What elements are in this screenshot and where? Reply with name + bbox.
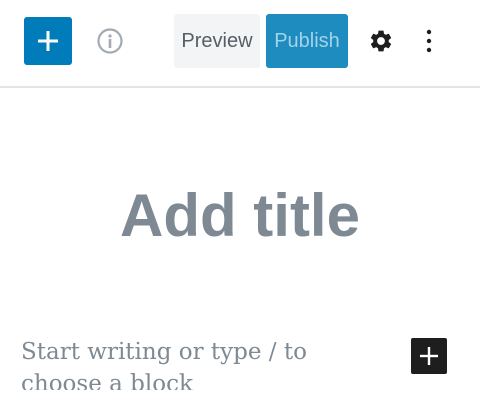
plus-icon xyxy=(38,31,58,51)
add-block-button[interactable] xyxy=(24,17,72,65)
block-inserter-button[interactable] xyxy=(411,338,447,374)
post-title-input[interactable]: Add title xyxy=(0,178,480,254)
publish-button[interactable]: Publish xyxy=(266,14,348,68)
preview-label: Preview xyxy=(181,29,253,52)
publish-label: Publish xyxy=(274,29,340,52)
plus-icon xyxy=(420,347,438,365)
gear-icon xyxy=(370,30,392,52)
document-info-button[interactable] xyxy=(95,26,125,56)
paragraph-block-input[interactable]: Start writing or type / to choose a bloc… xyxy=(21,336,393,390)
info-icon xyxy=(97,28,123,54)
editor-toolbar: Preview Publish xyxy=(0,0,480,88)
more-options-button[interactable] xyxy=(414,26,444,56)
more-vertical-icon xyxy=(426,29,432,53)
preview-button[interactable]: Preview xyxy=(174,14,260,68)
settings-button[interactable] xyxy=(366,26,396,56)
